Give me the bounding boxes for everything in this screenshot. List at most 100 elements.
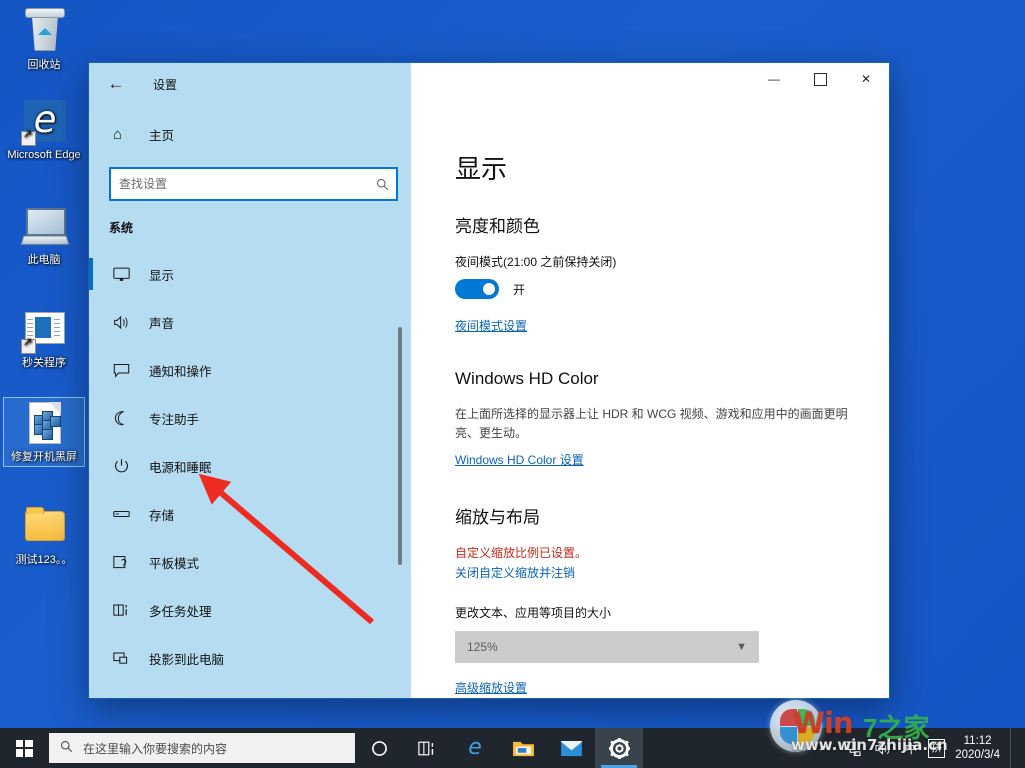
settings-icon[interactable] [595, 728, 643, 768]
desktop-icon-label: 此电脑 [28, 254, 61, 266]
sidebar-item-storage[interactable]: 存储 [89, 490, 411, 538]
taskbar-clock[interactable]: 11:12 2020/3/4 [949, 734, 1010, 762]
network-icon[interactable] [837, 728, 868, 768]
desktop-icon-fix-black-screen[interactable]: 修复开机黑屏 [4, 398, 84, 466]
moon-icon [113, 410, 139, 426]
this-pc-icon [20, 203, 68, 251]
night-light-toggle-state: 开 [513, 281, 525, 298]
advanced-scaling-link[interactable]: 高级缩放设置 [455, 679, 527, 696]
show-hidden-icons-button[interactable] [812, 728, 837, 768]
sidebar-item-label: 电源和睡眠 [149, 457, 212, 476]
search-icon-svg [376, 178, 389, 191]
sidebar-item-multitasking[interactable]: 多任务处理 [89, 586, 411, 634]
desktop-icon-folder-test[interactable]: 测试123。。 [4, 503, 84, 567]
maximize-button[interactable] [797, 63, 843, 95]
night-light-toggle-row: 开 [455, 279, 851, 299]
sidebar-item-home[interactable]: ⌂ 主页 [89, 117, 411, 151]
chevron-down-icon: ▼ [736, 641, 747, 653]
back-arrow-icon[interactable]: ← [93, 68, 139, 100]
sidebar-nav-list: 显示 声音 通知和操作 [89, 250, 411, 682]
sidebar-item-label: 多任务处理 [149, 601, 212, 620]
settings-content: 显示 亮度和颜色 夜间模式(21:00 之前保持关闭) 开 夜间模式设置 Win… [411, 105, 889, 698]
start-logo [16, 740, 33, 757]
minimize-button[interactable]: — [751, 63, 797, 95]
tablet-icon [113, 555, 139, 570]
sidebar-item-sound[interactable]: 声音 [89, 298, 411, 346]
ime-chinese-icon[interactable]: 中 [898, 728, 924, 768]
toggle-knob [483, 283, 495, 295]
task-view-icon[interactable] [403, 728, 451, 768]
close-button[interactable]: ✕ [843, 63, 889, 95]
desktop-icon-label: Microsoft Edge [7, 149, 80, 161]
drive-icon [113, 508, 139, 520]
home-icon: ⌂ [113, 126, 135, 143]
change-size-label: 更改文本、应用等项目的大小 [455, 604, 851, 621]
page-title: 显示 [455, 149, 851, 186]
cortana-icon[interactable] [355, 728, 403, 768]
window-controls: — ✕ [411, 63, 889, 105]
desktop-icon-recycle-bin[interactable]: 回收站 [4, 8, 84, 72]
sidebar-item-focus-assist[interactable]: 专注助手 [89, 394, 411, 442]
night-light-toggle[interactable] [455, 279, 499, 299]
custom-scaling-warning: 自定义缩放比例已设置。 [455, 544, 851, 561]
chat-bubble-icon [113, 363, 139, 378]
night-light-settings-link[interactable]: 夜间模式设置 [455, 317, 527, 334]
search-input[interactable] [111, 171, 368, 197]
project-icon [113, 651, 139, 666]
windows-start-icon[interactable] [0, 728, 48, 768]
ime-pinyin-icon[interactable]: 拼 [928, 739, 945, 758]
sidebar-item-label: 投影到此电脑 [149, 649, 224, 668]
settings-search-box[interactable] [109, 167, 398, 201]
scale-dropdown[interactable]: 125% ▼ [455, 631, 759, 663]
sidebar-group-label: 系统 [109, 219, 411, 236]
sidebar-item-label: 通知和操作 [149, 361, 212, 380]
window-title: 设置 [153, 76, 177, 93]
taskbar-search-placeholder: 在这里输入你要搜索的内容 [83, 740, 227, 757]
hd-color-settings-link[interactable]: Windows HD Color 设置 [455, 451, 584, 468]
multitask-icon [113, 603, 139, 618]
clock-date: 2020/3/4 [955, 748, 1000, 762]
sidebar-item-display[interactable]: 显示 [89, 250, 411, 298]
mail-icon[interactable] [547, 728, 595, 768]
section-heading-brightness: 亮度和颜色 [455, 212, 851, 237]
volume-icon[interactable] [868, 728, 898, 768]
desktop-icon-area: 回收站 e Microsoft Edge 此电脑 秒关程序 [0, 0, 88, 710]
desktop-icon-microsoft-edge[interactable]: e Microsoft Edge [4, 98, 84, 162]
system-tray: 中 拼 11:12 2020/3/4 [812, 728, 1025, 768]
window-body: ⌂ 主页 系统 显示 [89, 105, 889, 698]
sidebar-scrollbar-thumb[interactable] [398, 327, 402, 565]
desktop-icon-this-pc[interactable]: 此电脑 [4, 203, 84, 267]
window-titlebar: ← 设置 — ✕ [89, 63, 889, 105]
settings-sidebar: ⌂ 主页 系统 显示 [89, 105, 411, 698]
desktop-icon-label: 修复开机黑屏 [11, 451, 77, 463]
search-icon[interactable] [368, 171, 396, 197]
taskbar: 在这里输入你要搜索的内容 e [0, 728, 1025, 768]
show-desktop-button[interactable] [1010, 728, 1021, 768]
clock-time: 11:12 [955, 734, 1000, 748]
file-document-icon [20, 400, 68, 448]
sidebar-item-label: 存储 [149, 505, 174, 524]
maximize-icon [814, 73, 827, 86]
file-explorer-icon[interactable] [499, 728, 547, 768]
search-icon [49, 740, 83, 756]
sidebar-item-label: 声音 [149, 313, 174, 332]
program-shortcut-icon [20, 306, 68, 354]
sidebar-item-projecting-to-this-pc[interactable]: 投影到此电脑 [89, 634, 411, 682]
edge-icon[interactable]: e [451, 728, 499, 768]
night-light-label: 夜间模式(21:00 之前保持关闭) [455, 253, 851, 270]
folder-icon [20, 503, 68, 551]
taskbar-search-box[interactable]: 在这里输入你要搜索的内容 [49, 733, 355, 763]
sidebar-item-notifications[interactable]: 通知和操作 [89, 346, 411, 394]
sidebar-item-power-and-sleep[interactable]: 电源和睡眠 [89, 442, 411, 490]
recycle-bin-icon [20, 8, 68, 56]
sidebar-item-label: 平板模式 [149, 553, 199, 572]
section-heading-scale-layout: 缩放与布局 [455, 503, 851, 528]
turn-off-custom-scaling-link[interactable]: 关闭自定义缩放并注销 [455, 564, 575, 581]
sidebar-home-label: 主页 [149, 125, 174, 144]
desktop-icon-label: 测试123。。 [16, 554, 73, 566]
sidebar-item-label: 显示 [149, 265, 174, 284]
desktop-icon-label: 回收站 [28, 59, 61, 71]
desktop-icon-program-shortcut[interactable]: 秒关程序 [4, 306, 84, 370]
sidebar-item-label: 专注助手 [149, 409, 199, 428]
sidebar-item-tablet-mode[interactable]: 平板模式 [89, 538, 411, 586]
